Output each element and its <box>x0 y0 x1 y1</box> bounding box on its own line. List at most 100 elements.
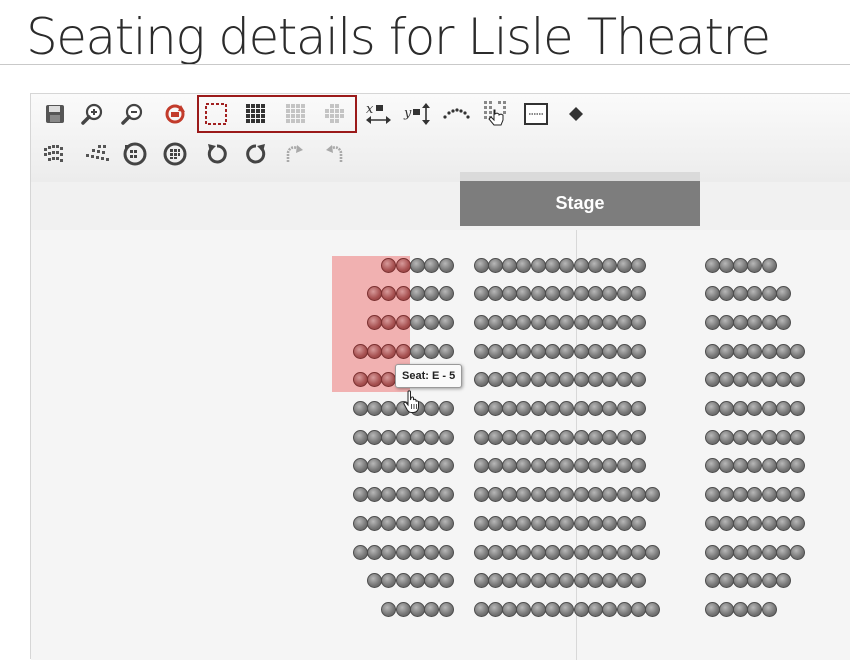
seat[interactable] <box>352 401 368 416</box>
seat[interactable] <box>761 601 777 617</box>
seat[interactable] <box>545 286 560 302</box>
seat[interactable] <box>424 544 440 560</box>
seat[interactable] <box>367 401 382 416</box>
reset-icon[interactable] <box>161 100 189 128</box>
seat[interactable] <box>559 401 575 416</box>
seat[interactable] <box>487 286 503 302</box>
seat[interactable] <box>473 314 489 330</box>
seat[interactable] <box>502 573 518 589</box>
seat[interactable] <box>602 429 618 445</box>
seat[interactable] <box>761 429 777 445</box>
seat[interactable] <box>545 257 560 273</box>
seat[interactable] <box>424 314 440 330</box>
seat[interactable] <box>630 573 646 589</box>
seat[interactable] <box>424 487 440 503</box>
seat[interactable] <box>630 401 646 416</box>
seat[interactable] <box>761 257 777 273</box>
y-axis-lock-icon[interactable]: y <box>402 100 434 128</box>
seat[interactable] <box>559 601 575 617</box>
seat[interactable] <box>616 257 632 273</box>
seats-cluster-icon[interactable] <box>41 140 69 168</box>
seat[interactable] <box>395 515 411 531</box>
seat[interactable] <box>559 343 575 359</box>
seat[interactable] <box>776 429 791 445</box>
seat[interactable] <box>733 601 749 617</box>
seat[interactable] <box>530 401 546 416</box>
undo-faded-icon[interactable] <box>321 140 349 168</box>
seat[interactable] <box>630 429 646 445</box>
seat[interactable] <box>545 515 560 531</box>
seat[interactable] <box>747 429 763 445</box>
seat[interactable] <box>630 515 646 531</box>
seat[interactable] <box>381 515 397 531</box>
seat[interactable] <box>381 601 397 617</box>
seat[interactable] <box>718 401 734 416</box>
seat-select-icon[interactable] <box>482 100 510 128</box>
seat[interactable] <box>718 515 734 531</box>
seat[interactable] <box>718 429 734 445</box>
select-grid-light-icon[interactable] <box>282 100 310 128</box>
seat[interactable] <box>761 286 777 302</box>
seat[interactable] <box>530 458 546 474</box>
seat[interactable] <box>473 286 489 302</box>
seat[interactable] <box>573 573 589 589</box>
seat[interactable] <box>616 544 632 560</box>
seat[interactable] <box>704 573 720 589</box>
seat[interactable] <box>516 343 532 359</box>
seat[interactable] <box>487 515 503 531</box>
seat[interactable] <box>424 401 440 416</box>
seat[interactable] <box>718 601 734 617</box>
rotate-group-left-icon[interactable] <box>121 140 149 168</box>
seat[interactable] <box>704 515 720 531</box>
seat[interactable] <box>438 401 454 416</box>
seat[interactable] <box>733 372 749 388</box>
seat[interactable] <box>630 601 646 617</box>
seat[interactable] <box>573 314 589 330</box>
seat[interactable] <box>409 286 425 302</box>
seat[interactable] <box>473 372 489 388</box>
seat[interactable] <box>733 429 749 445</box>
seat[interactable] <box>367 544 382 560</box>
seat[interactable] <box>530 314 546 330</box>
seat[interactable] <box>704 544 720 560</box>
seat[interactable] <box>616 429 632 445</box>
seat[interactable] <box>545 429 560 445</box>
seat[interactable] <box>545 573 560 589</box>
seats-arc-icon[interactable] <box>81 140 111 168</box>
seat[interactable] <box>545 343 560 359</box>
seat[interactable] <box>409 573 425 589</box>
seat[interactable] <box>502 601 518 617</box>
seat[interactable] <box>630 458 646 474</box>
seat[interactable] <box>502 544 518 560</box>
seat[interactable] <box>704 487 720 503</box>
seat[interactable] <box>587 573 603 589</box>
seat[interactable] <box>573 343 589 359</box>
seat[interactable] <box>747 573 763 589</box>
seat[interactable] <box>630 286 646 302</box>
seat[interactable] <box>473 601 489 617</box>
seat[interactable] <box>487 401 503 416</box>
seat[interactable] <box>559 257 575 273</box>
seat[interactable] <box>761 372 777 388</box>
seat[interactable] <box>352 429 368 445</box>
seat[interactable] <box>718 343 734 359</box>
seat[interactable] <box>473 573 489 589</box>
seat[interactable] <box>761 314 777 330</box>
seat[interactable] <box>616 573 632 589</box>
seat[interactable] <box>395 429 411 445</box>
seat[interactable] <box>367 314 382 330</box>
seat[interactable] <box>616 458 632 474</box>
seat[interactable] <box>718 286 734 302</box>
seat[interactable] <box>530 343 546 359</box>
seat[interactable] <box>559 372 575 388</box>
zoom-out-icon[interactable] <box>119 100 147 128</box>
seat[interactable] <box>438 257 454 273</box>
seat[interactable] <box>718 487 734 503</box>
seat[interactable] <box>502 314 518 330</box>
seat[interactable] <box>438 573 454 589</box>
seat[interactable] <box>352 372 368 388</box>
seat[interactable] <box>790 343 806 359</box>
seat[interactable] <box>790 544 806 560</box>
seat[interactable] <box>395 343 411 359</box>
seat[interactable] <box>616 515 632 531</box>
